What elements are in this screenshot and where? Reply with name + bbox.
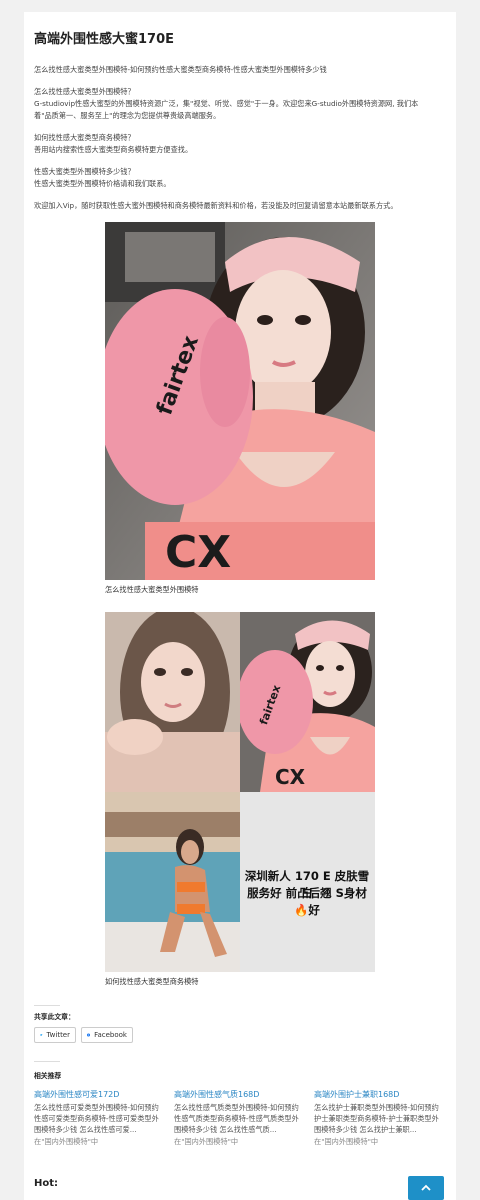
related-item: 高端外围性感气质168D 怎么找性感气质类型外围模特-如何预约性感气质类型商务模… [174,1089,300,1147]
related-item-desc: 怎么找护士兼职类型外围模特-如何预约护士兼职类型商务模特-护士兼职类型外围模特多… [314,1103,439,1134]
share-heading: 共享此文章： [34,1013,75,1021]
gallery-text-tile[interactable]: 深圳新人 170 E 皮肤雪白 服务好 前凸后翘 S身材🔥好 [240,792,375,972]
article-paragraph: 怎么找性感大蜜类型外围模特-如何预约性感大蜜类型商务模特-性感大蜜类型外围模特多… [34,64,444,76]
photo-caption-2: 如何找性感大蜜类型商务模特 [105,977,199,986]
twitter-share-label: Twitter [46,1031,70,1039]
facebook-icon [87,1033,91,1037]
svg-text:CX: CX [275,765,306,789]
svg-text:CX: CX [165,527,231,578]
gallery-photo-2[interactable]: fairtex CX [240,612,375,792]
paragraph-line: G-studiovip性感大蜜型的外围模特资源广泛，集"视觉、听觉、感觉"于一身… [34,99,419,108]
share-divider [34,1005,60,1006]
gallery-overlay-line-2: 服务好 前凸后翘 S身材🔥好 [247,886,367,917]
article-paragraph: 如何找性感大蜜类型商务模特？ 善用站内搜索性感大蜜类型商务模特更方便查找。 [34,132,444,156]
related-item-desc: 怎么找性感可爱类型外围模特-如何预约性感可爱类型商务模特-性感可爱类型外围模特多… [34,1103,159,1134]
facebook-share-label: Facebook [94,1031,127,1039]
related-item-title[interactable]: 高端外围性感可爱172D [34,1089,160,1100]
facebook-share-button[interactable]: Facebook [81,1027,133,1043]
article-card: 高端外围性感大蜜170E 怎么找性感大蜜类型外围模特-如何预约性感大蜜类型商务模… [24,12,456,1200]
related-item-desc: 怎么找性感气质类型外围模特-如何预约性感气质类型商务模特-性感气质类型外围模特多… [174,1103,299,1134]
back-to-top-button[interactable] [408,1176,444,1200]
chevron-up-icon [421,1184,431,1191]
article-content: 高端外围性感大蜜170E 怎么找性感大蜜类型外围模特-如何预约性感大蜜类型商务模… [34,30,444,212]
paragraph-line: 着"品质第一、服务至上"的理念为您提供尊贵级高端服务。 [34,111,221,120]
twitter-share-button[interactable]: Twitter [34,1027,76,1043]
related-item-title[interactable]: 高端外围护士兼职168D [314,1089,440,1100]
main-photo[interactable]: CX fairtex [105,222,375,580]
article-paragraph: 性感大蜜类型外围模特多少钱？ 性感大蜜类型外围模特价格请和我们联系。 [34,166,444,190]
hot-heading: Hot: [34,1178,59,1189]
paragraph-line: 性感大蜜类型外围模特价格请和我们联系。 [34,179,171,188]
gallery-photo-3[interactable] [105,792,240,972]
paragraph-line: 怎么找性感大蜜类型外围模特？ [34,87,135,96]
related-item: 高端外围性感可爱172D 怎么找性感可爱类型外围模特-如何预约性感可爱类型商务模… [34,1089,160,1147]
paragraph-line: 性感大蜜类型外围模特多少钱？ [34,167,135,176]
paragraph-line: 善用站内搜索性感大蜜类型商务模特更方便查找。 [34,145,193,154]
related-divider [34,1061,60,1062]
paragraph-line: 如何找性感大蜜类型商务模特？ [34,133,135,142]
article-paragraph: 怎么找性感大蜜类型外围模特？ G-studiovip性感大蜜型的外围模特资源广泛… [34,86,444,122]
related-item-category: 在"国内外围模特"中 [314,1137,379,1146]
photo-caption-1: 怎么找性感大蜜类型外围模特 [105,585,199,594]
paragraph-line: 欢迎加入Vip，随时获取性感大蜜外围模特和商务模特最新资料和价格，若没能及时回复… [34,201,398,210]
related-item-category: 在"国内外围模特"中 [174,1137,239,1146]
related-heading: 相关推荐 [34,1072,62,1080]
related-item-category: 在"国内外围模特"中 [34,1137,99,1146]
page-title: 高端外围性感大蜜170E [34,32,175,47]
paragraph-line: 怎么找性感大蜜类型外围模特-如何预约性感大蜜类型商务模特-性感大蜜类型外围模特多… [34,65,327,74]
gallery-photo-1[interactable] [105,612,240,792]
article-paragraph: 欢迎加入Vip，随时获取性感大蜜外围模特和商务模特最新资料和价格，若没能及时回复… [34,200,444,212]
related-item-title[interactable]: 高端外围性感气质168D [174,1089,300,1100]
related-item: 高端外围护士兼职168D 怎么找护士兼职类型外围模特-如何预约护士兼职类型商务模… [314,1089,440,1147]
twitter-icon [40,1034,43,1036]
